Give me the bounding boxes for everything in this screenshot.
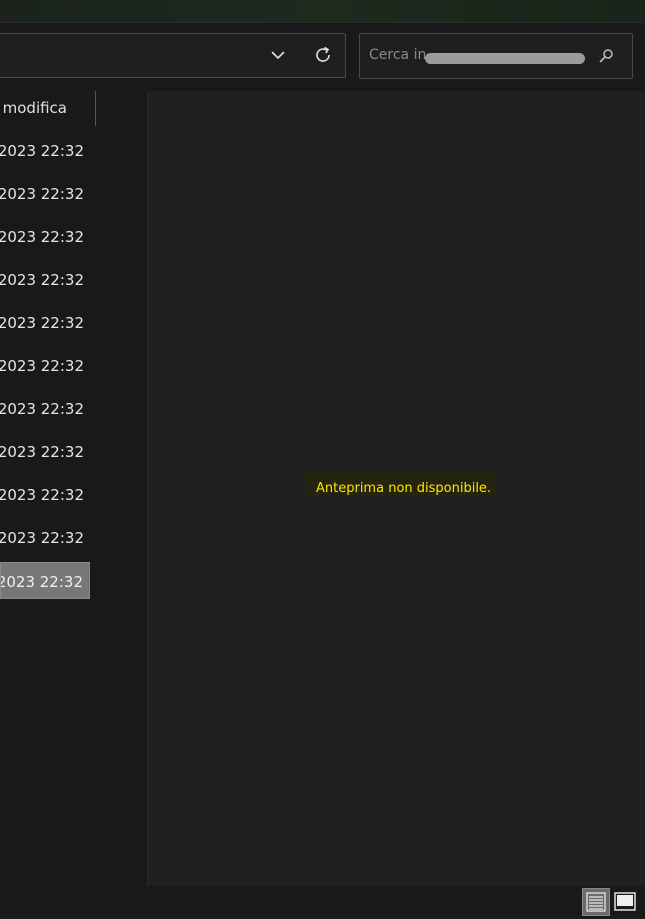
- preview-unavailable-message: Anteprima non disponibile.: [306, 472, 496, 496]
- title-bar: [0, 0, 645, 23]
- refresh-icon[interactable]: [312, 44, 334, 66]
- preview-pane-icon: [614, 892, 636, 911]
- details-view-button[interactable]: [582, 888, 610, 916]
- list-item-selected[interactable]: /2023 22:32: [0, 562, 90, 599]
- details-view-icon: [586, 892, 606, 912]
- list-item[interactable]: /2023 22:32: [0, 433, 90, 470]
- date-modified-cell: /2023 22:32: [0, 357, 84, 375]
- search-icon[interactable]: [597, 47, 615, 65]
- list-item[interactable]: /2023 22:32: [0, 175, 90, 212]
- file-list: /2023 22:32 /2023 22:32 /2023 22:32 /202…: [0, 132, 90, 605]
- date-modified-cell: /2023 22:32: [0, 314, 84, 332]
- date-modified-cell: /2023 22:32: [0, 142, 84, 160]
- date-modified-cell: /2023 22:32: [0, 529, 84, 547]
- list-item[interactable]: /2023 22:32: [0, 261, 90, 298]
- status-bar: [0, 886, 645, 918]
- list-item[interactable]: /2023 22:32: [0, 390, 90, 427]
- list-item[interactable]: /2023 22:32: [0, 347, 90, 384]
- date-modified-cell: /2023 22:32: [0, 271, 84, 289]
- date-modified-cell: /2023 22:32: [0, 486, 84, 504]
- column-header-date-modified[interactable]: a modifica: [0, 91, 96, 126]
- date-modified-cell: /2023 22:32: [0, 228, 84, 246]
- address-bar[interactable]: [0, 33, 346, 78]
- redacted-text: [425, 53, 585, 64]
- column-header-label: a modifica: [0, 99, 67, 117]
- preview-pane-button[interactable]: [612, 889, 638, 915]
- list-item[interactable]: /2023 22:32: [0, 304, 90, 341]
- list-item[interactable]: /2023 22:32: [0, 218, 90, 255]
- date-modified-cell: /2023 22:32: [0, 573, 83, 591]
- chevron-down-icon[interactable]: [270, 47, 286, 63]
- list-item[interactable]: /2023 22:32: [0, 476, 90, 513]
- date-modified-cell: /2023 22:32: [0, 443, 84, 461]
- list-item[interactable]: /2023 22:32: [0, 519, 90, 556]
- date-modified-cell: /2023 22:32: [0, 400, 84, 418]
- list-item[interactable]: /2023 22:32: [0, 132, 90, 169]
- date-modified-cell: /2023 22:32: [0, 185, 84, 203]
